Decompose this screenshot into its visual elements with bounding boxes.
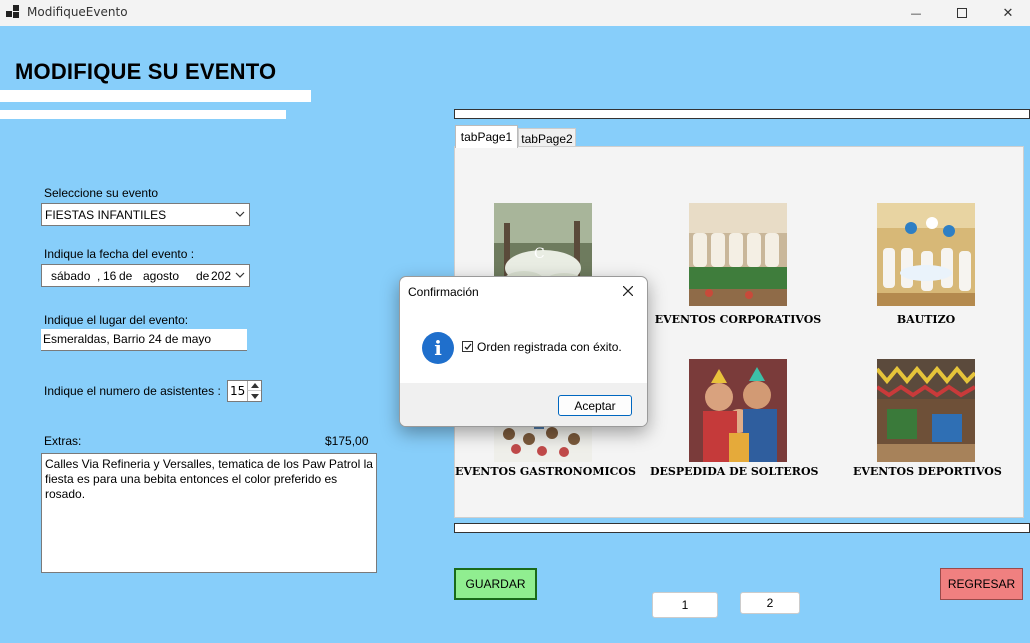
caret-down-icon xyxy=(251,394,259,399)
event-caption-gastronomic: EVENTOS GASTRONOMICOS xyxy=(455,465,636,478)
event-select[interactable]: FIESTAS INFANTILES xyxy=(41,203,250,226)
attendees-stepper[interactable]: 15 xyxy=(227,380,262,402)
stepper-down-button[interactable] xyxy=(247,391,261,401)
dialog-close-button[interactable] xyxy=(616,281,640,301)
chevron-down-icon xyxy=(235,211,245,217)
date-de-2: de xyxy=(196,269,210,283)
title-underline-bar xyxy=(0,90,311,102)
dialog-ok-button[interactable]: Aceptar xyxy=(558,395,632,416)
minimize-icon: — xyxy=(910,6,922,20)
dialog-title: Confirmación xyxy=(408,285,479,299)
page-2-button[interactable]: 2 xyxy=(740,592,800,614)
event-select-value: FIESTAS INFANTILES xyxy=(45,207,167,222)
place-input[interactable]: Esmeraldas, Barrio 24 de mayo xyxy=(41,329,247,351)
event-caption-baptism: BAUTIZO xyxy=(896,313,956,326)
window-title: ModifiqueEvento xyxy=(27,5,128,19)
event-caption-bachelor: DESPEDIDA DE SOLTEROS xyxy=(650,465,819,478)
event-label: Seleccione su evento xyxy=(44,186,159,200)
event-caption-sports: EVENTOS DEPORTIVOS xyxy=(853,465,1002,478)
tab-top-border xyxy=(454,109,1030,119)
event-image-baptism[interactable] xyxy=(877,203,975,306)
event-image-corporate[interactable] xyxy=(689,203,787,306)
date-de-1: de xyxy=(119,269,133,283)
back-button[interactable]: REGRESAR xyxy=(940,568,1023,600)
tab-page1[interactable]: tabPage1 xyxy=(455,125,518,148)
stepper-up-button[interactable] xyxy=(247,381,261,391)
checkbox-icon xyxy=(462,341,473,352)
extras-label: Extras: xyxy=(44,434,82,448)
chevron-down-icon xyxy=(235,272,245,278)
extras-textarea[interactable]: Calles Via Refineria y Versalles, temati… xyxy=(41,453,377,573)
close-window-button[interactable]: ✕ xyxy=(985,0,1030,26)
date-separator: , xyxy=(97,269,101,283)
place-label: Indique el lugar del evento: xyxy=(44,313,189,327)
close-icon xyxy=(623,286,633,296)
dialog-message: Orden registrada con éxito. xyxy=(477,340,622,354)
date-year: 2025 xyxy=(211,269,231,283)
title-underline-bar-2 xyxy=(0,110,286,119)
maximize-icon xyxy=(957,8,967,18)
save-button[interactable]: GUARDAR xyxy=(454,568,537,600)
close-icon: ✕ xyxy=(1002,5,1014,21)
info-icon: i xyxy=(422,332,454,364)
event-image-bachelor[interactable] xyxy=(689,359,787,462)
attendees-value: 15 xyxy=(230,384,246,398)
date-weekday: sábado xyxy=(51,269,91,283)
confirmation-dialog: Confirmación i Orden registrada con éxit… xyxy=(399,276,648,427)
event-caption-corporate: EVENTOS CORPORATIVOS xyxy=(654,313,822,326)
app-icon xyxy=(6,5,20,19)
date-picker[interactable]: sábado , 16 de agosto de 2025 xyxy=(41,264,250,287)
attendees-label: Indique el numero de asistentes : xyxy=(44,384,221,398)
maximize-button[interactable] xyxy=(939,0,985,26)
date-day: 16 xyxy=(103,269,117,283)
minimize-button[interactable]: — xyxy=(893,0,939,26)
page-title: MODIFIQUE SU EVENTO xyxy=(15,59,277,84)
page-1-button[interactable]: 1 xyxy=(652,592,718,618)
extras-price: $175,00 xyxy=(325,434,369,448)
date-month: agosto xyxy=(143,269,180,283)
caret-up-icon xyxy=(251,383,259,388)
svg-text:C: C xyxy=(534,246,545,262)
tab-page2[interactable]: tabPage2 xyxy=(518,128,576,148)
tab-bottom-border xyxy=(454,523,1030,533)
date-label: Indique la fecha del evento : xyxy=(44,247,195,261)
event-image-sports[interactable] xyxy=(877,359,975,462)
window-titlebar: ModifiqueEvento — ✕ xyxy=(0,0,1030,26)
